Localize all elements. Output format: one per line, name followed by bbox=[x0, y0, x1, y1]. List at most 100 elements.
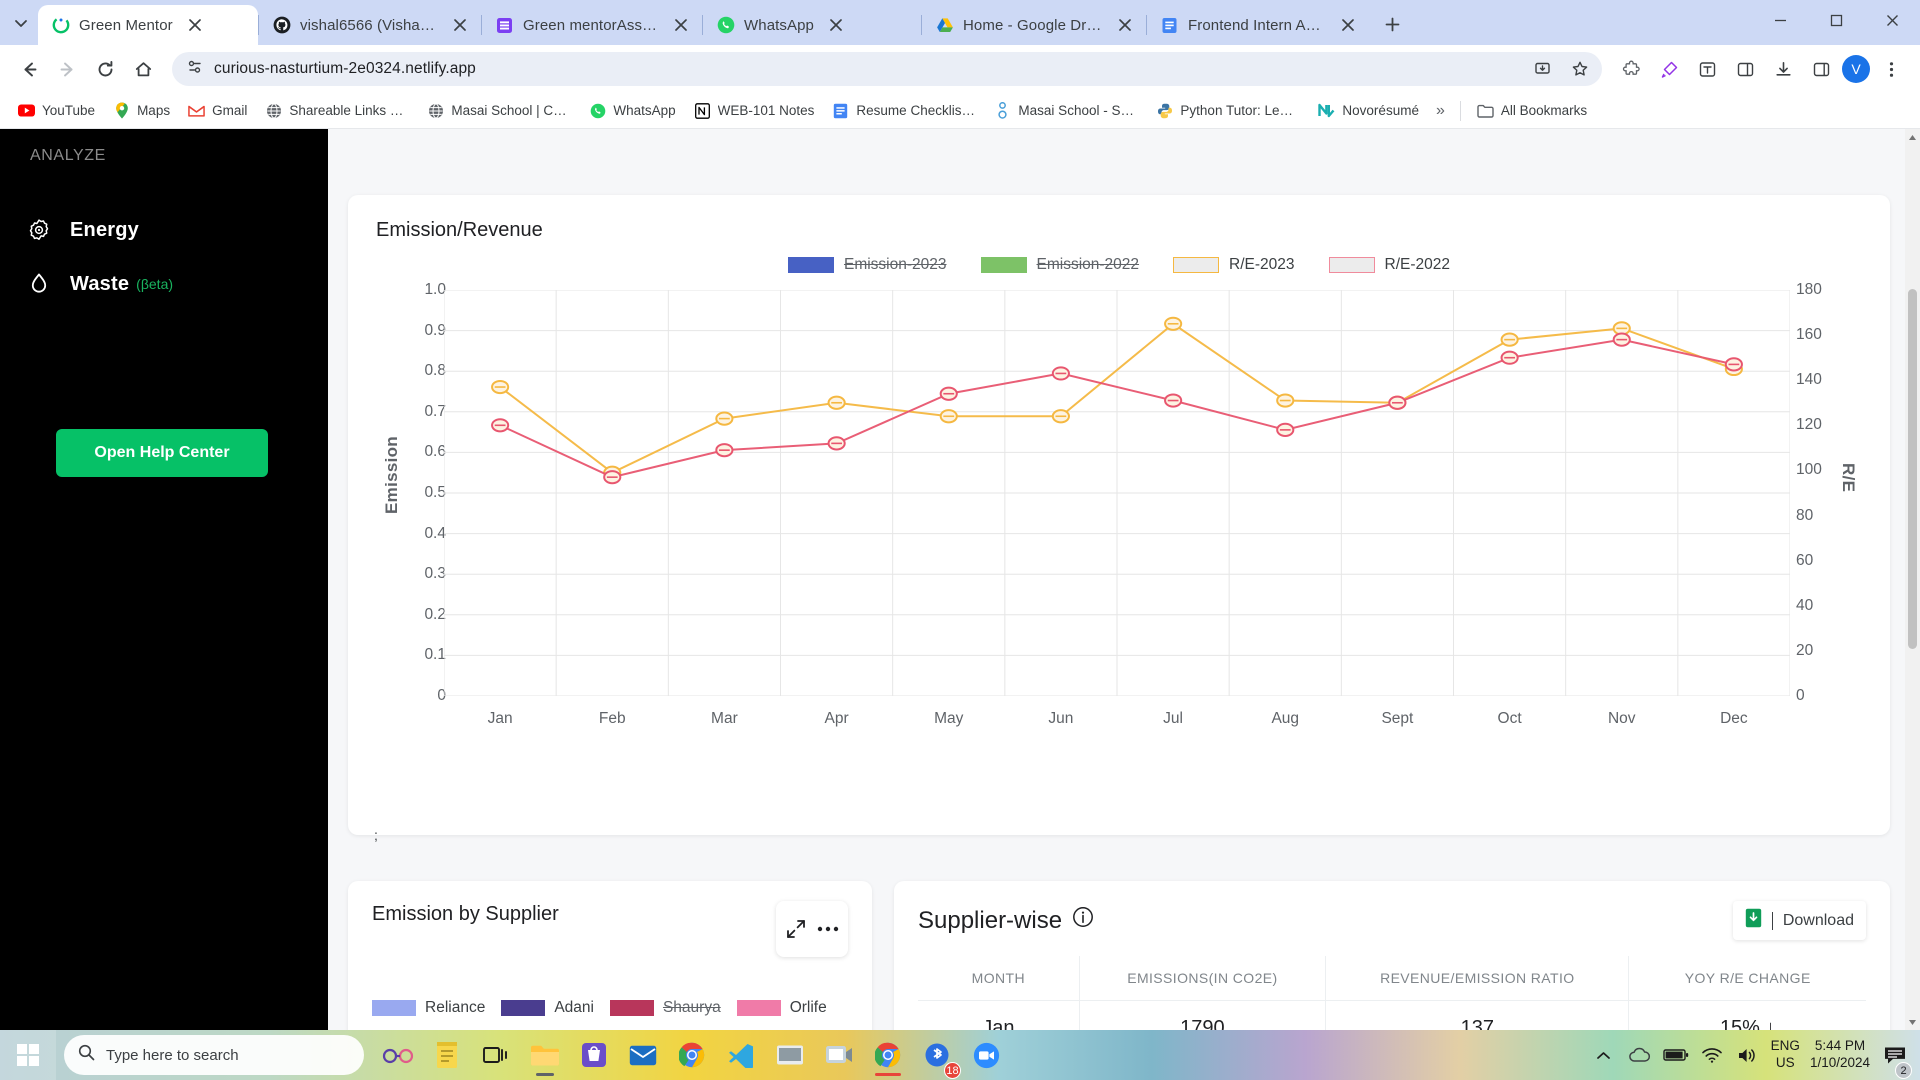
close-icon[interactable] bbox=[449, 14, 471, 36]
browser-tab-github[interactable]: vishal6566 (Vishal Das) bbox=[259, 5, 481, 45]
scroll-down-arrow[interactable] bbox=[1905, 1014, 1920, 1030]
legend-item-re-2023[interactable]: R/E-2023 bbox=[1173, 256, 1295, 274]
task-view-icon[interactable] bbox=[474, 1033, 518, 1077]
globe-icon bbox=[427, 102, 444, 119]
text-tool-icon[interactable] bbox=[1690, 52, 1724, 86]
bookmark-shareable-links[interactable]: Shareable Links & I... bbox=[257, 97, 417, 124]
supplier-legend-shaurya[interactable]: Shaurya bbox=[609, 999, 721, 1017]
reload-button[interactable] bbox=[88, 52, 122, 86]
cortana-glasses-icon[interactable] bbox=[376, 1033, 420, 1077]
onedrive-icon[interactable] bbox=[1627, 1033, 1653, 1077]
right-tick-label: 20 bbox=[1796, 641, 1814, 659]
bookmark-gmail[interactable]: Gmail bbox=[180, 97, 255, 124]
bookmark-masai-school-cour[interactable]: Masai School | Cour... bbox=[419, 97, 579, 124]
bookmark-web101-notes[interactable]: WEB-101 Notes bbox=[686, 97, 823, 124]
bookmarks-overflow-button[interactable]: » bbox=[1429, 97, 1452, 125]
file-explorer-icon[interactable] bbox=[523, 1033, 567, 1077]
home-button[interactable] bbox=[126, 52, 160, 86]
scroll-up-arrow[interactable] bbox=[1905, 129, 1920, 145]
back-button[interactable] bbox=[12, 52, 46, 86]
left-tick-label: 0.6 bbox=[424, 443, 446, 461]
supplier-legend-adani[interactable]: Adani bbox=[501, 999, 594, 1017]
vscode-icon[interactable] bbox=[719, 1033, 763, 1077]
browser-tab-green-mentor[interactable]: Green Mentor bbox=[38, 5, 258, 45]
legend-item-re-2022[interactable]: R/E-2022 bbox=[1328, 256, 1450, 274]
teams-icon[interactable] bbox=[817, 1033, 861, 1077]
sidebar-item-energy[interactable]: Energy bbox=[0, 203, 328, 257]
taskbar-language-indicator[interactable]: ENG US bbox=[1771, 1038, 1800, 1072]
whatsapp-icon bbox=[589, 102, 606, 119]
close-icon[interactable] bbox=[184, 14, 206, 36]
taskbar-clock[interactable]: 5:44 PM 1/10/2024 bbox=[1810, 1038, 1870, 1072]
volume-icon[interactable] bbox=[1735, 1033, 1761, 1077]
windows-start-icon[interactable] bbox=[0, 1030, 56, 1080]
close-icon[interactable] bbox=[670, 14, 692, 36]
store-icon[interactable] bbox=[572, 1033, 616, 1077]
chrome-taskbar-icon[interactable] bbox=[670, 1033, 714, 1077]
browser-tab-drive[interactable]: Home - Google Drive bbox=[922, 5, 1146, 45]
notifications-icon[interactable]: 2 bbox=[1880, 1033, 1912, 1079]
bookmark-python-tutor[interactable]: Python Tutor: Learn... bbox=[1148, 97, 1308, 124]
new-tab-button[interactable] bbox=[1375, 7, 1409, 41]
minimize-button[interactable] bbox=[1752, 0, 1808, 40]
browser-tab-whatsapp[interactable]: WhatsApp bbox=[703, 5, 921, 45]
download-button[interactable]: Download bbox=[1732, 901, 1866, 940]
bookmark-youtube[interactable]: YouTube bbox=[10, 97, 103, 124]
site-settings-icon[interactable] bbox=[186, 58, 204, 81]
legend-label: Reliance bbox=[425, 999, 486, 1016]
mail-icon[interactable] bbox=[621, 1033, 665, 1077]
bookmark-masai-school-spri[interactable]: Masai School - Spri... bbox=[986, 97, 1146, 124]
side-panel-icon[interactable] bbox=[1804, 52, 1838, 86]
extensions-puzzle-icon[interactable] bbox=[1614, 52, 1648, 86]
scrollbar-thumb[interactable] bbox=[1908, 289, 1917, 649]
bookmark-novoresume[interactable]: Novorésumé bbox=[1310, 97, 1427, 124]
forward-button[interactable] bbox=[50, 52, 84, 86]
split-screen-icon[interactable] bbox=[1728, 52, 1762, 86]
legend-item-emission-2023[interactable]: Emission-2023 bbox=[787, 256, 947, 274]
bookmarks-divider bbox=[1459, 100, 1461, 121]
battery-icon[interactable] bbox=[1662, 1033, 1689, 1077]
supplier-legend-reliance[interactable]: Reliance bbox=[372, 999, 485, 1017]
info-icon[interactable] bbox=[1072, 906, 1094, 935]
sticky-notes-icon[interactable] bbox=[425, 1033, 469, 1077]
right-tick-label: 140 bbox=[1796, 371, 1822, 389]
bookmark-resume-checklist[interactable]: Resume Checklist -... bbox=[824, 97, 984, 124]
sidebar-item-waste[interactable]: Waste (βeta) bbox=[0, 257, 328, 311]
taskbar-search-input[interactable]: Type here to search bbox=[64, 1035, 364, 1075]
address-bar[interactable]: curious-nasturtium-2e0324.netlify.app bbox=[172, 52, 1602, 86]
supplier-legend-orlife[interactable]: Orlife bbox=[736, 999, 827, 1017]
close-icon[interactable] bbox=[825, 14, 847, 36]
close-window-button[interactable] bbox=[1864, 0, 1920, 40]
bookmark-whatsapp[interactable]: WhatsApp bbox=[581, 97, 683, 124]
all-bookmarks-label: All Bookmarks bbox=[1500, 103, 1588, 118]
expand-icon[interactable] bbox=[785, 918, 807, 940]
highlighter-icon[interactable] bbox=[1652, 52, 1686, 86]
close-icon[interactable] bbox=[1114, 14, 1136, 36]
profile-avatar[interactable]: V bbox=[1842, 55, 1870, 83]
close-icon[interactable] bbox=[1337, 14, 1359, 36]
more-options-icon[interactable] bbox=[817, 925, 839, 933]
all-bookmarks-button[interactable]: All Bookmarks bbox=[1469, 97, 1595, 124]
legend-item-emission-2022[interactable]: Emission-2022 bbox=[980, 256, 1139, 274]
folder-yellow-icon[interactable] bbox=[768, 1033, 812, 1077]
notification-badge: 18 bbox=[944, 1062, 961, 1079]
zoom-icon[interactable] bbox=[964, 1033, 1008, 1077]
left-tick-label: 0.9 bbox=[424, 321, 446, 339]
bluetooth-badge-icon[interactable]: 18 bbox=[915, 1033, 961, 1079]
maximize-button[interactable] bbox=[1808, 0, 1864, 40]
page-scrollbar[interactable] bbox=[1905, 129, 1920, 1030]
open-help-center-button[interactable]: Open Help Center bbox=[56, 429, 268, 477]
wifi-icon[interactable] bbox=[1699, 1033, 1725, 1077]
cell-yoy-change: 15% ↓ bbox=[1719, 1017, 1776, 1030]
chrome-active-icon[interactable] bbox=[866, 1033, 910, 1077]
bookmark-maps[interactable]: Maps bbox=[105, 97, 178, 124]
x-tick-label: Jun bbox=[1048, 710, 1074, 727]
browser-tab-sheets[interactable]: Green mentorAssignment bbox=[482, 5, 702, 45]
chrome-menu-icon[interactable] bbox=[1874, 52, 1908, 86]
tab-search-dropdown[interactable] bbox=[4, 5, 38, 41]
browser-tab-docs[interactable]: Frontend Intern Assignment bbox=[1147, 5, 1369, 45]
show-hidden-icons-arrow[interactable] bbox=[1591, 1033, 1617, 1077]
install-app-icon[interactable] bbox=[1528, 55, 1556, 83]
bookmark-star-icon[interactable] bbox=[1566, 55, 1594, 83]
downloads-icon[interactable] bbox=[1766, 52, 1800, 86]
